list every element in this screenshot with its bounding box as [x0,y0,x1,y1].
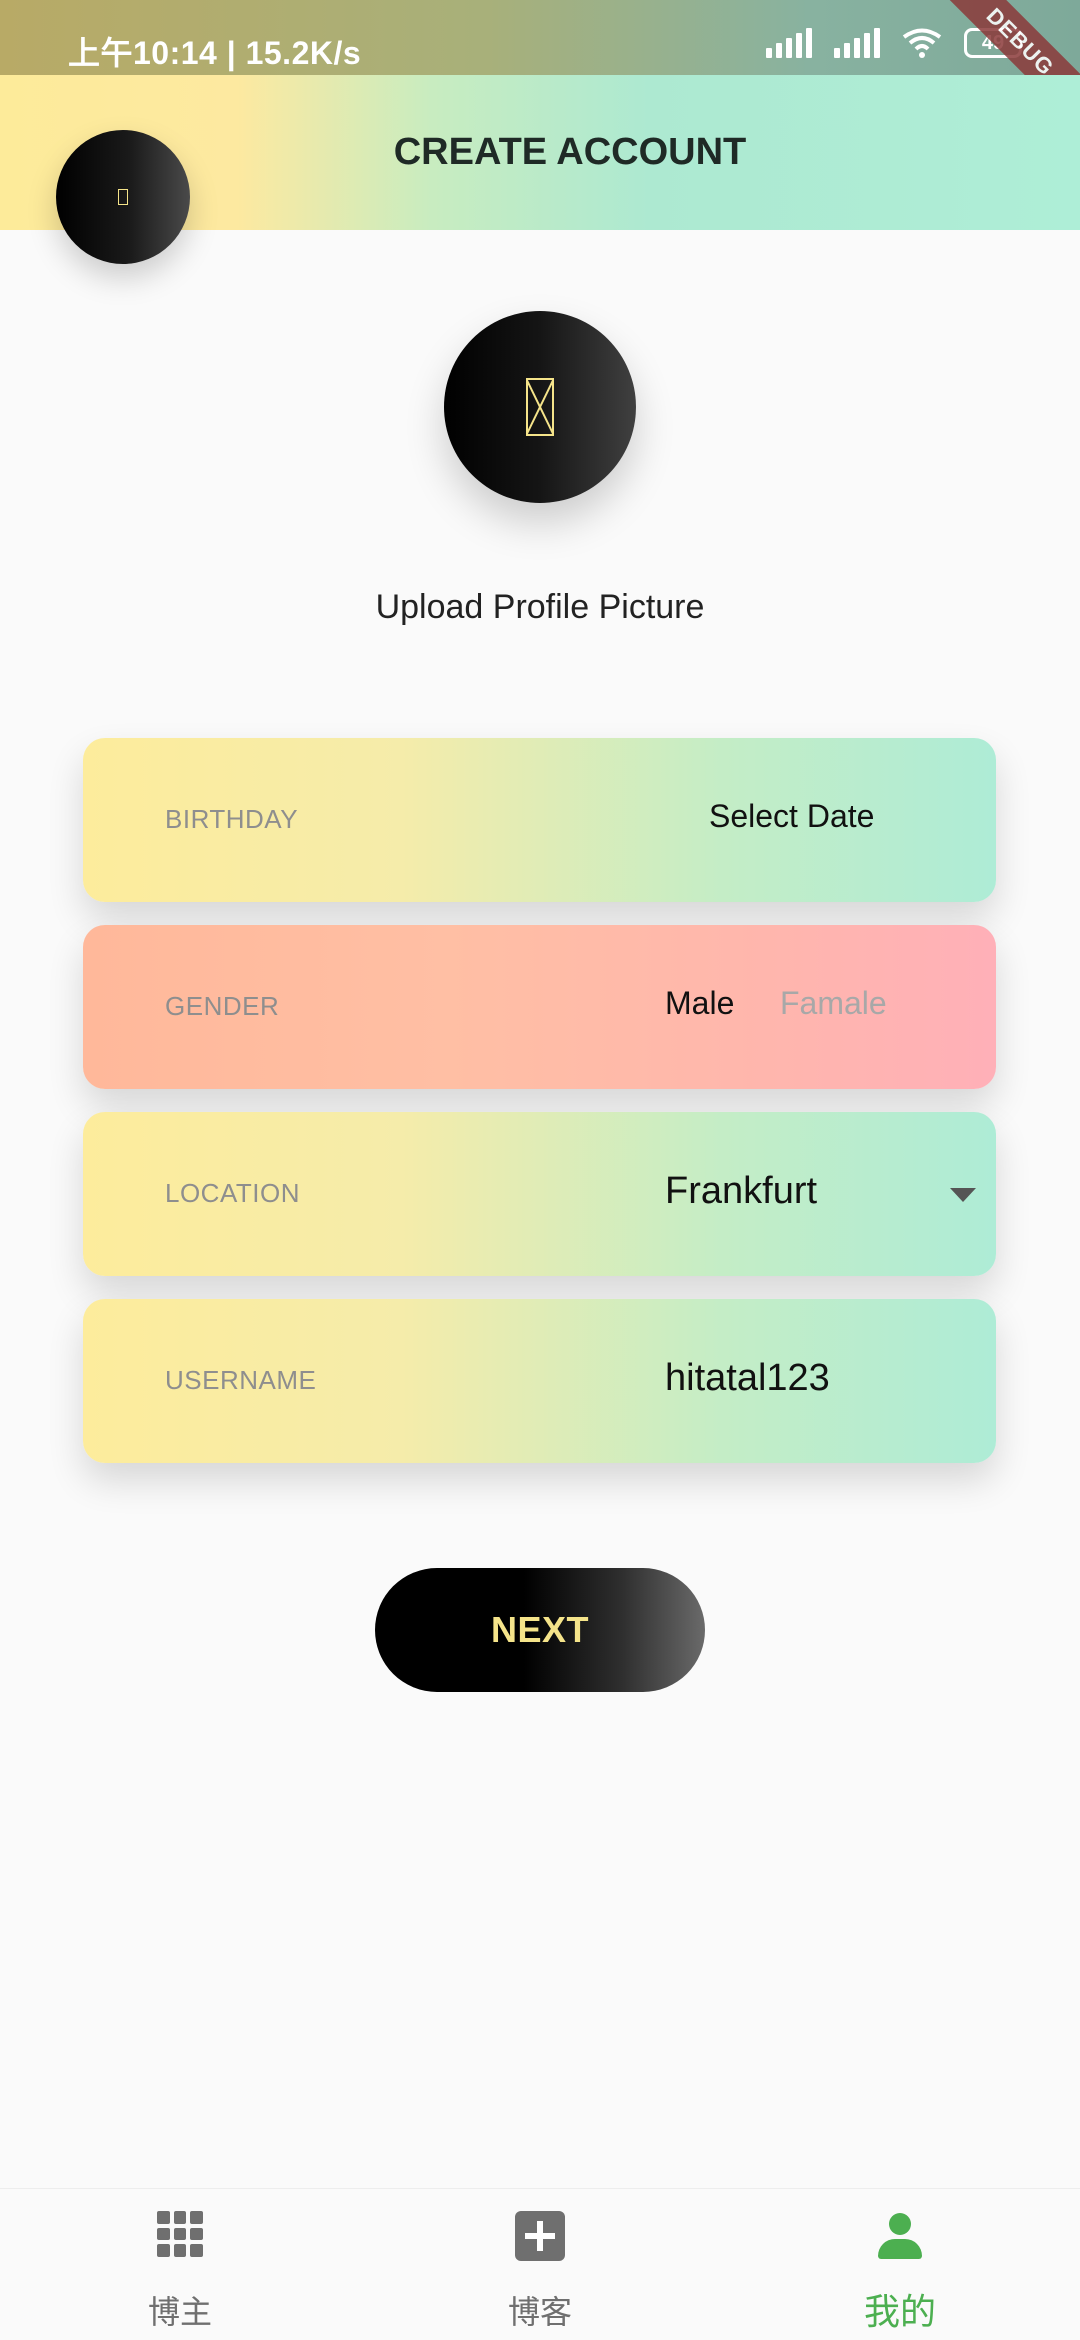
nav-item-bozhu[interactable]: 博主 [0,2189,360,2340]
username-label: USERNAME [165,1365,317,1395]
signal-icon-2 [834,28,880,58]
wifi-icon [902,28,942,58]
birthday-label: BIRTHDAY [165,804,299,834]
missing-glyph-icon [118,189,128,205]
username-input[interactable]: hitatal123 [665,1357,830,1400]
gender-option-male[interactable]: Male [665,985,734,1022]
add-box-icon [515,2211,565,2261]
status-time-speed: 上午10:14 | 15.2K/s [68,35,362,71]
next-button[interactable]: NEXT [375,1568,705,1692]
gender-field: GENDER Male Famale [83,925,996,1089]
select-date-button[interactable]: Select Date [709,798,874,835]
gender-label: GENDER [165,991,280,1021]
nav-label-wode: 我的 [863,2291,936,2332]
gender-option-female[interactable]: Famale [780,985,887,1022]
birthday-field: BIRTHDAY Select Date [83,738,996,902]
bottom-navigation: 博主 博客 我的 [0,2188,1080,2340]
upload-profile-label[interactable]: Upload Profile Picture [0,588,1080,627]
grid-icon [157,2211,203,2257]
location-select[interactable]: Frankfurt [665,1170,817,1213]
nav-item-boke[interactable]: 博客 [360,2189,720,2340]
person-icon [875,2211,925,2261]
nav-label-boke: 博客 [507,2294,572,2330]
location-field[interactable]: LOCATION Frankfurt [83,1112,996,1276]
signal-icon [766,28,812,58]
dropdown-arrow-icon[interactable] [950,1188,976,1202]
back-button[interactable] [56,130,190,264]
username-field: USERNAME hitatal123 [83,1299,996,1463]
status-bar: 上午10:14 | 15.2K/s 49 DEBUG [0,0,1080,149]
nav-item-wode[interactable]: 我的 [720,2189,1080,2340]
profile-picture-button[interactable] [444,311,636,503]
location-label: LOCATION [165,1178,300,1208]
nav-label-bozhu: 博主 [147,2294,212,2330]
image-placeholder-icon [526,378,554,436]
